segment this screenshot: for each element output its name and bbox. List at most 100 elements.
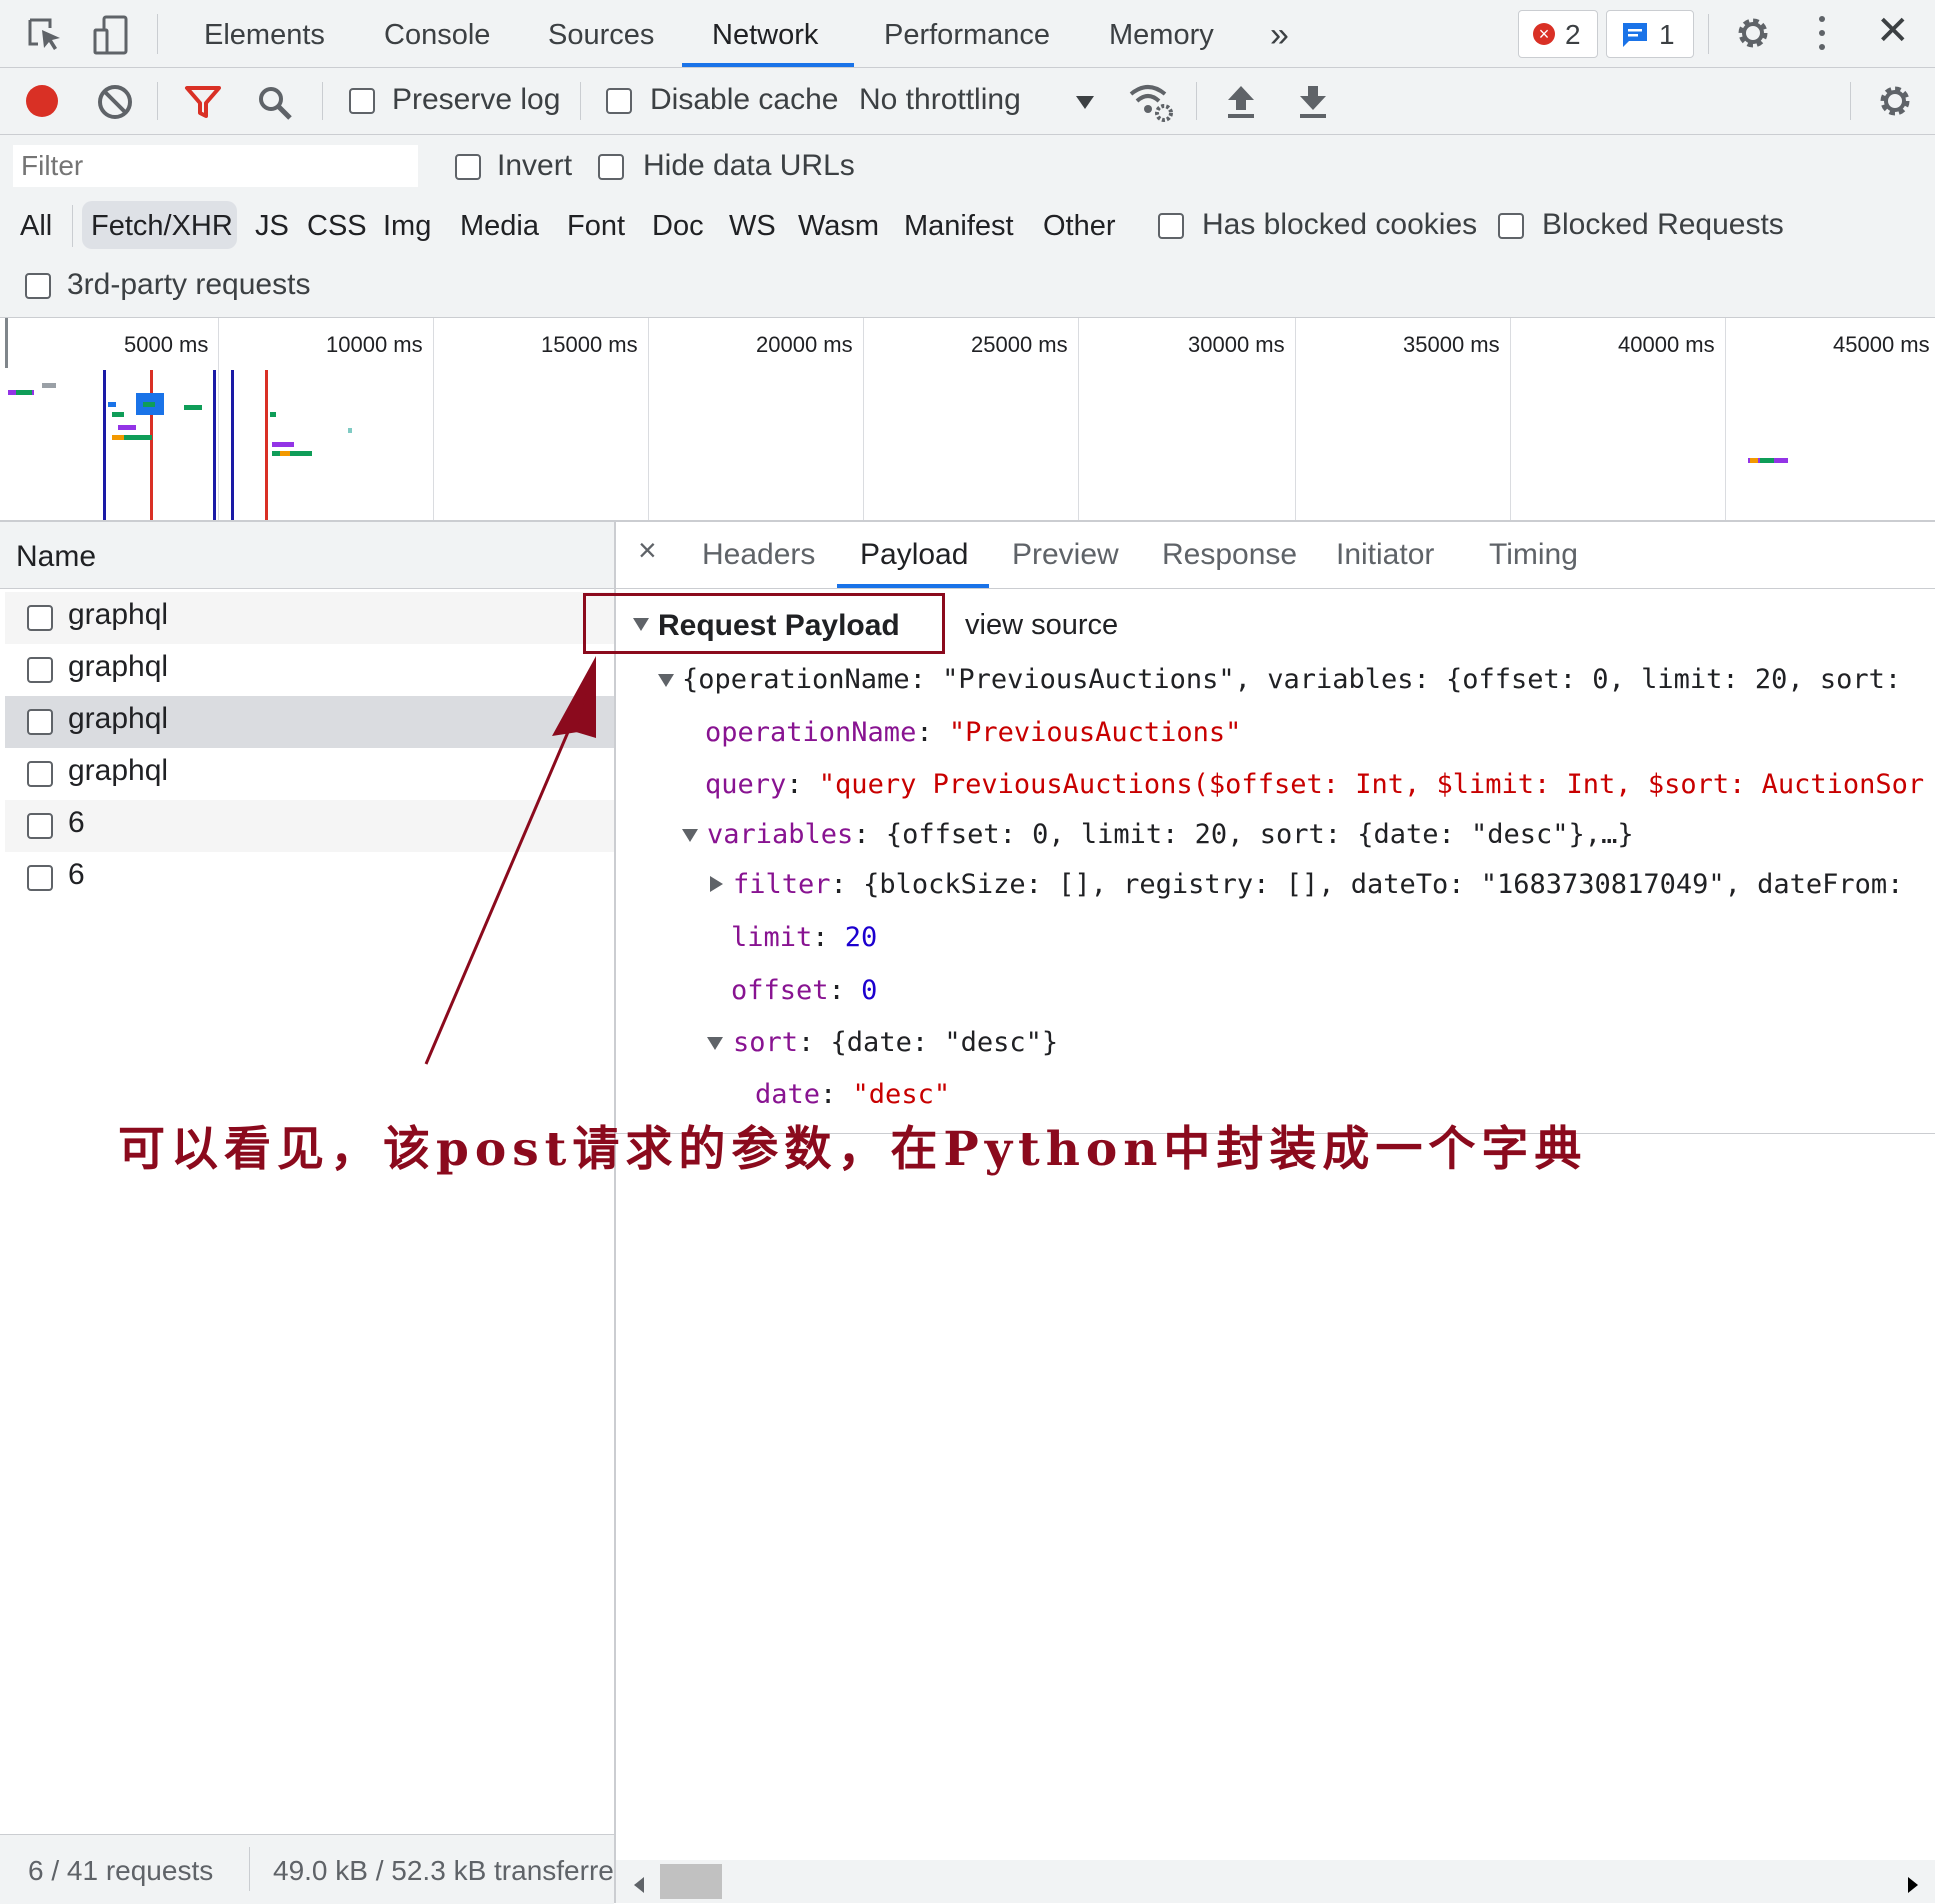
record-icon[interactable] xyxy=(26,85,58,117)
close-devtools-icon[interactable]: ✕ xyxy=(1876,8,1910,54)
payload-property-query[interactable]: query: "query PreviousAuctions($offset: … xyxy=(705,769,1935,800)
payload-property-date[interactable]: date: "desc" xyxy=(755,1079,950,1110)
scroll-left-icon[interactable] xyxy=(634,1877,644,1893)
request-checkbox[interactable] xyxy=(27,813,53,839)
settings-gear-icon[interactable] xyxy=(1734,14,1772,52)
search-icon[interactable] xyxy=(256,84,294,122)
chevron-down-icon[interactable] xyxy=(1076,96,1094,109)
preserve-log-checkbox[interactable] xyxy=(349,88,375,114)
payload-property-offset[interactable]: offset: 0 xyxy=(731,975,877,1006)
property-key: query xyxy=(705,769,787,800)
waterfall-segment xyxy=(108,402,116,407)
request-checkbox[interactable] xyxy=(27,605,53,631)
tab-elements[interactable]: Elements xyxy=(204,0,325,67)
type-filter-other[interactable]: Other xyxy=(1043,210,1116,243)
tab-performance[interactable]: Performance xyxy=(884,0,1050,67)
tab-memory[interactable]: Memory xyxy=(1109,0,1214,67)
request-checkbox[interactable] xyxy=(27,709,53,735)
property-summary: {date: "desc"} xyxy=(830,1027,1059,1058)
waterfall-segment xyxy=(272,442,294,447)
request-checkbox[interactable] xyxy=(27,865,53,891)
import-har-icon[interactable] xyxy=(1226,84,1256,120)
payload-root-summary[interactable]: {operationName: "PreviousAuctions", vari… xyxy=(682,664,1901,695)
third-party-label: 3rd-party requests xyxy=(67,268,311,301)
type-filter-fetch-xhr[interactable]: Fetch/XHR xyxy=(91,210,233,243)
scrollbar-thumb[interactable] xyxy=(660,1864,722,1899)
horizontal-scrollbar[interactable] xyxy=(616,1860,1935,1903)
hide-data-urls-checkbox[interactable] xyxy=(598,154,624,180)
overview-gridline xyxy=(433,318,434,520)
overview-gridline xyxy=(1078,318,1079,520)
type-filter-wasm[interactable]: Wasm xyxy=(798,210,879,243)
expand-filter-icon[interactable] xyxy=(710,876,723,897)
type-filter-js[interactable]: JS xyxy=(255,210,289,243)
throttling-select[interactable]: No throttling xyxy=(859,83,1021,117)
has-blocked-cookies-checkbox[interactable] xyxy=(1158,213,1184,239)
close-detail-icon[interactable]: × xyxy=(638,532,657,569)
payload-property-operation-name[interactable]: operationName: "PreviousAuctions" xyxy=(705,717,1241,748)
overview-left-handle[interactable] xyxy=(5,318,8,368)
tab-preview[interactable]: Preview xyxy=(1012,538,1119,572)
request-checkbox[interactable] xyxy=(27,761,53,787)
payload-property-sort[interactable]: sort: {date: "desc"} xyxy=(733,1027,1058,1058)
more-tabs-icon[interactable]: » xyxy=(1270,0,1289,67)
collapse-root-icon[interactable] xyxy=(658,674,674,692)
request-count: 6 / 41 requests xyxy=(28,1855,214,1886)
payload-property-filter[interactable]: filter: {blockSize: [], registry: [], da… xyxy=(733,869,1903,900)
divider xyxy=(1850,82,1851,120)
property-value: "query PreviousAuctions($offset: Int, $l… xyxy=(818,769,1925,800)
third-party-checkbox[interactable] xyxy=(25,273,51,299)
property-value: "desc" xyxy=(852,1079,951,1110)
tab-timing[interactable]: Timing xyxy=(1489,538,1578,572)
request-name: 6 xyxy=(68,858,85,891)
messages-badge[interactable]: 1 xyxy=(1606,10,1694,58)
tab-headers[interactable]: Headers xyxy=(702,538,815,572)
overview-gridline xyxy=(1725,318,1726,520)
waterfall-segment xyxy=(184,405,202,410)
collapse-variables-icon[interactable] xyxy=(682,829,698,847)
payload-property-limit[interactable]: limit: 20 xyxy=(731,922,877,953)
tab-sources[interactable]: Sources xyxy=(548,0,654,67)
network-settings-gear-icon[interactable] xyxy=(1876,82,1914,120)
request-checkbox[interactable] xyxy=(27,657,53,683)
clear-icon[interactable] xyxy=(98,85,132,119)
invert-checkbox[interactable] xyxy=(455,154,481,180)
overview-tick-label: 5000 ms xyxy=(124,332,209,357)
type-filter-media[interactable]: Media xyxy=(460,210,539,243)
network-conditions-icon[interactable] xyxy=(1128,82,1174,122)
errors-badge[interactable]: × 2 xyxy=(1518,10,1598,58)
request-name: 6 xyxy=(68,806,85,839)
request-row[interactable]: graphql xyxy=(5,592,614,644)
filter-input[interactable] xyxy=(13,145,418,187)
type-filter-manifest[interactable]: Manifest xyxy=(904,210,1014,243)
request-name: graphql xyxy=(68,650,169,683)
tab-payload[interactable]: Payload xyxy=(860,538,968,572)
scroll-right-icon[interactable] xyxy=(1908,1877,1918,1893)
name-column-header[interactable]: Name xyxy=(0,522,614,589)
type-filter-img[interactable]: Img xyxy=(383,210,431,243)
inspect-element-icon[interactable] xyxy=(26,16,64,54)
export-har-icon[interactable] xyxy=(1298,84,1328,120)
blocked-requests-checkbox[interactable] xyxy=(1498,213,1524,239)
type-filter-css[interactable]: CSS xyxy=(307,210,367,243)
property-key: filter xyxy=(733,869,831,900)
device-toolbar-icon[interactable] xyxy=(92,14,130,56)
tab-console[interactable]: Console xyxy=(384,0,490,67)
type-filter-font[interactable]: Font xyxy=(567,210,625,243)
tab-initiator[interactable]: Initiator xyxy=(1336,538,1434,572)
filter-icon[interactable] xyxy=(184,84,222,120)
more-options-icon[interactable] xyxy=(1818,14,1826,54)
payload-property-variables[interactable]: variables: {offset: 0, limit: 20, sort: … xyxy=(707,819,1634,850)
tab-network[interactable]: Network xyxy=(712,0,818,67)
view-source-link[interactable]: view source xyxy=(965,609,1118,642)
tab-response[interactable]: Response xyxy=(1162,538,1297,572)
overview-gridline xyxy=(863,318,864,520)
collapse-sort-icon[interactable] xyxy=(707,1037,723,1055)
type-filter-all[interactable]: All xyxy=(20,210,52,243)
property-summary: {offset: 0, limit: 20, sort: {date: "des… xyxy=(885,819,1634,850)
type-filter-doc[interactable]: Doc xyxy=(652,210,704,243)
waterfall-segment xyxy=(16,390,32,395)
type-filter-ws[interactable]: WS xyxy=(729,210,776,243)
disable-cache-checkbox[interactable] xyxy=(606,88,632,114)
property-value: 0 xyxy=(861,975,878,1006)
